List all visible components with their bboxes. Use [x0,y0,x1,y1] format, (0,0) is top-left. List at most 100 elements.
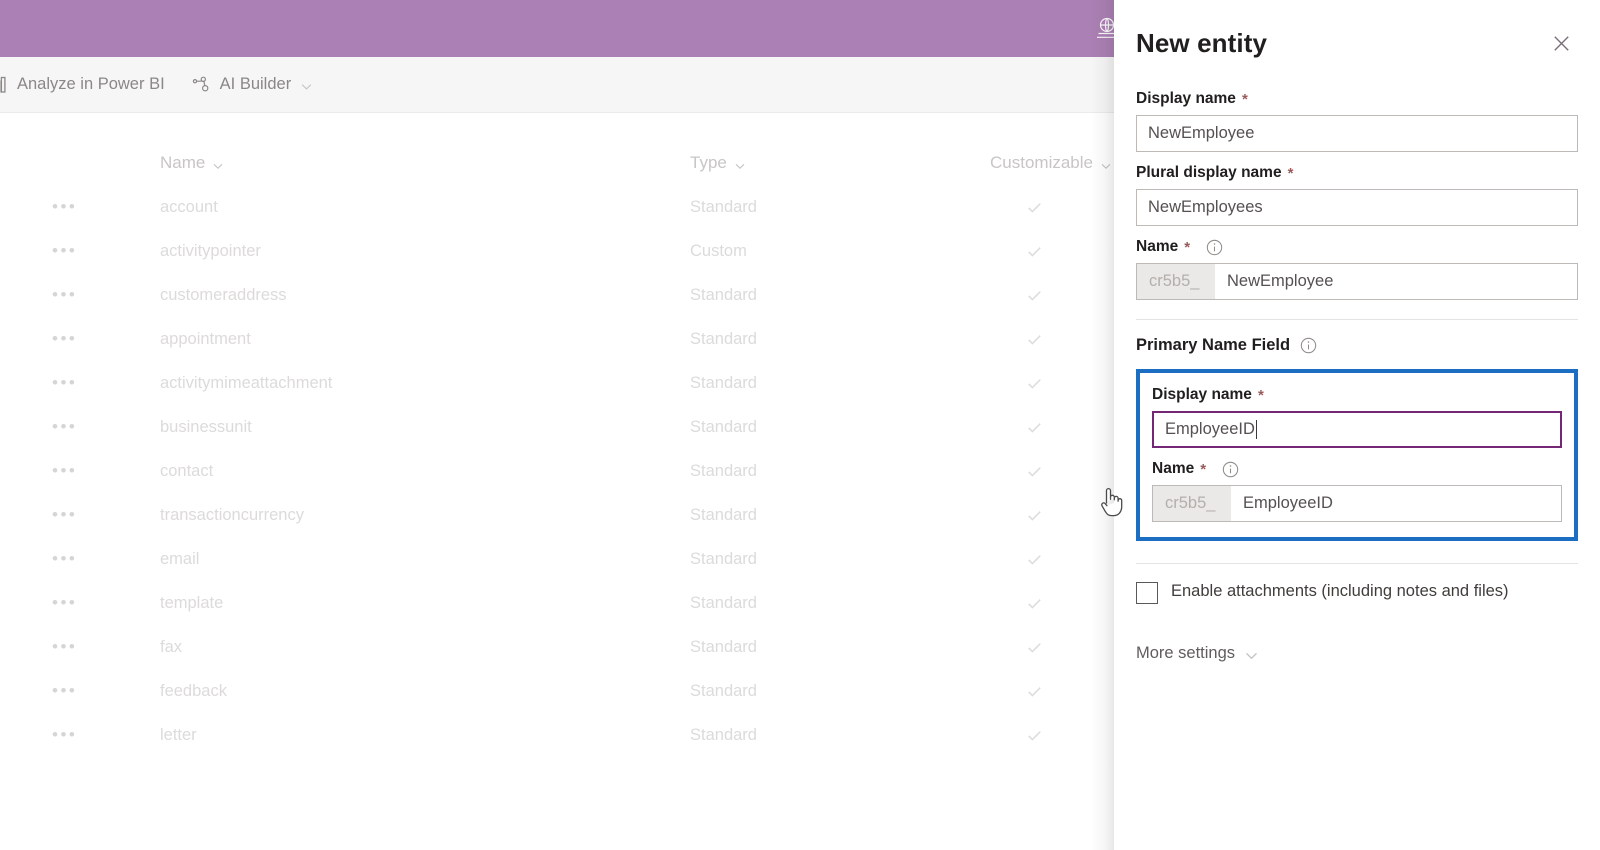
cell-customizable [968,199,1114,215]
primary-display-name-input[interactable]: EmployeeID [1152,411,1562,448]
table-row[interactable]: ••• businessunit Standard [0,405,1114,449]
row-menu-icon[interactable]: ••• [0,329,108,349]
cell-type: Standard [690,461,757,480]
cell-name[interactable]: businessunit [108,418,668,437]
more-settings-toggle[interactable]: More settings [1136,644,1578,663]
chevron-down-icon[interactable] [734,157,746,169]
field-plural-display-name-label: Plural display name * [1136,164,1578,182]
row-menu-icon[interactable]: ••• [0,461,108,481]
cell-customizable [968,375,1114,391]
info-icon[interactable] [1206,239,1223,256]
chevron-down-icon[interactable] [1100,157,1112,169]
table-row[interactable]: ••• feedback Standard [0,669,1114,713]
row-menu-icon[interactable]: ••• [0,241,108,261]
cell-name[interactable]: template [108,594,668,613]
info-icon[interactable] [1300,337,1317,354]
cell-type: Standard [690,285,757,304]
cell-name[interactable]: customeraddress [108,286,668,305]
table-row[interactable]: ••• activitymimeattachment Standard [0,361,1114,405]
new-entity-panel: New entity Display name * NewEmployee Pl… [1114,0,1600,850]
table-row[interactable]: ••• fax Standard [0,625,1114,669]
close-icon[interactable] [1544,26,1578,60]
info-icon[interactable] [1222,461,1239,478]
name-input-value[interactable]: NewEmployee [1215,264,1577,299]
command-ai-builder[interactable]: AI Builder [191,75,313,95]
chevron-down-icon[interactable] [1244,648,1258,660]
row-menu-icon[interactable]: ••• [0,505,108,525]
cell-customizable [968,595,1114,611]
check-icon [1026,419,1042,435]
cell-name[interactable]: account [108,198,668,217]
enable-attachments-row[interactable]: Enable attachments (including notes and … [1136,580,1578,604]
table-row[interactable]: ••• account Standard [0,185,1114,229]
cell-customizable [968,639,1114,655]
cell-name[interactable]: appointment [108,330,668,349]
field-plural-display-name: Plural display name * NewEmployees [1136,164,1578,226]
table-row[interactable]: ••• appointment Standard [0,317,1114,361]
primary-name-input-value[interactable]: EmployeeID [1231,486,1561,521]
entity-list-header: Name Type Customizable [0,113,1114,185]
command-analyze-in-power-bi[interactable]: Analyze in Power BI [0,75,165,95]
table-row[interactable]: ••• template Standard [0,581,1114,625]
row-menu-icon[interactable]: ••• [0,725,108,745]
field-display-name-label: Display name * [1136,90,1578,108]
field-name: Name * cr5b5_ NewEmployee [1136,238,1578,300]
cell-name[interactable]: feedback [108,682,668,701]
field-primary-name-label-text: Name [1152,460,1195,477]
row-menu-icon[interactable]: ••• [0,285,108,305]
table-row[interactable]: ••• customeraddress Standard [0,273,1114,317]
check-icon [1026,683,1042,699]
column-header-name[interactable]: Name [108,153,668,173]
cell-name[interactable]: letter [108,726,668,745]
row-menu-icon[interactable]: ••• [0,549,108,569]
cell-type: Standard [690,329,757,348]
column-header-type[interactable]: Type [668,153,968,173]
cell-name[interactable]: transactioncurrency [108,506,668,525]
chevron-down-icon[interactable] [212,157,224,169]
cell-type: Standard [690,373,757,392]
row-menu-icon[interactable]: ••• [0,593,108,613]
table-row[interactable]: ••• contact Standard [0,449,1114,493]
cell-customizable [968,331,1114,347]
enable-attachments-checkbox[interactable] [1136,582,1158,604]
cell-name[interactable]: activitypointer [108,242,668,261]
required-marker: * [1241,90,1248,108]
row-menu-icon[interactable]: ••• [0,681,108,701]
table-row[interactable]: ••• activitypointer Custom [0,229,1114,273]
chevron-down-icon[interactable] [300,79,312,91]
column-header-customizable-label: Customizable [990,153,1093,172]
primary-name-input-group[interactable]: cr5b5_ EmployeeID [1152,485,1562,522]
row-menu-icon[interactable]: ••• [0,197,108,217]
column-header-name-label: Name [160,153,206,172]
cell-type: Standard [690,197,757,216]
primary-name-prefix: cr5b5_ [1153,486,1231,521]
powerbi-icon [0,75,8,95]
enable-attachments-label: Enable attachments (including notes and … [1171,582,1509,600]
column-header-type-label: Type [690,153,727,172]
required-marker: * [1287,164,1294,182]
cell-type: Standard [690,681,757,700]
cell-customizable [968,683,1114,699]
display-name-input[interactable]: NewEmployee [1136,115,1578,152]
required-marker: * [1257,386,1264,404]
row-menu-icon[interactable]: ••• [0,417,108,437]
table-row[interactable]: ••• transactioncurrency Standard [0,493,1114,537]
name-input-group[interactable]: cr5b5_ NewEmployee [1136,263,1578,300]
required-marker: * [1184,238,1191,256]
field-display-name: Display name * NewEmployee [1136,90,1578,152]
field-primary-display-name: Display name * EmployeeID [1152,386,1562,448]
cell-name[interactable]: email [108,550,668,569]
cell-name[interactable]: activitymimeattachment [108,374,668,393]
row-menu-icon[interactable]: ••• [0,373,108,393]
table-row[interactable]: ••• email Standard [0,537,1114,581]
row-menu-icon[interactable]: ••• [0,637,108,657]
cell-name[interactable]: fax [108,638,668,657]
cell-name[interactable]: contact [108,462,668,481]
column-header-customizable[interactable]: Customizable [968,153,1114,173]
cell-customizable [968,507,1114,523]
check-icon [1026,375,1042,391]
table-row[interactable]: ••• letter Standard [0,713,1114,757]
check-icon [1026,595,1042,611]
plural-display-name-input[interactable]: NewEmployees [1136,189,1578,226]
text-caret [1255,420,1257,439]
